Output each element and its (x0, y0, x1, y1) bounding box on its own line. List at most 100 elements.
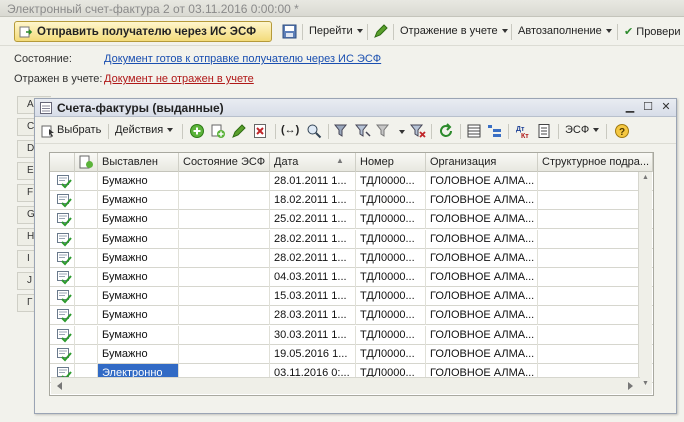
cell-organization[interactable]: ГОЛОВНОЕ АЛМА... (426, 344, 538, 364)
cell-issued[interactable]: Бумажно (98, 210, 179, 230)
range-icon[interactable]: (↔) (281, 124, 299, 136)
cell-issued[interactable]: Бумажно (98, 191, 179, 211)
cell-date[interactable]: 28.03.2011 1... (270, 306, 356, 326)
cell-organization[interactable]: ГОЛОВНОЕ АЛМА... (426, 287, 538, 307)
cell-esf-state[interactable] (179, 344, 270, 364)
filter-icon[interactable] (334, 123, 350, 139)
select-button[interactable]: Выбрать (57, 124, 101, 136)
column-marker[interactable] (50, 153, 75, 172)
column-date[interactable]: Дата ▲ (270, 153, 356, 172)
close-button[interactable]: ✕ (659, 101, 673, 114)
cell-esf-state[interactable] (179, 229, 270, 249)
save-icon[interactable] (282, 24, 297, 39)
reflected-link[interactable]: Документ не отражен в учете (104, 73, 254, 85)
cell-number[interactable]: ТДЛ0000... (356, 287, 426, 307)
cell-organization[interactable]: ГОЛОВНОЕ АЛМА... (426, 229, 538, 249)
table-row[interactable]: Бумажно 28.03.2011 1... ТДЛ0000... ГОЛОВНОЕ… (50, 306, 653, 326)
cell-esf-state[interactable] (179, 325, 270, 345)
delete-icon[interactable] (252, 123, 268, 139)
cell-number[interactable]: ТДЛ0000... (356, 248, 426, 268)
cell-date[interactable]: 15.03.2011 1... (270, 287, 356, 307)
cell-date[interactable]: 28.02.2011 1... (270, 229, 356, 249)
cell-date[interactable]: 18.02.2011 1... (270, 191, 356, 211)
scroll-down-icon[interactable]: ▼ (642, 380, 649, 387)
scroll-right-icon[interactable] (628, 382, 633, 390)
cell-esf-state[interactable] (179, 306, 270, 326)
cell-esf-state[interactable] (179, 210, 270, 230)
cell-esf-state[interactable] (179, 172, 270, 191)
cell-department[interactable] (538, 248, 639, 268)
cell-number[interactable]: ТДЛ0000... (356, 229, 426, 249)
cell-issued[interactable]: Бумажно (98, 325, 179, 345)
filter-by-value-icon[interactable] (355, 123, 371, 139)
cell-department[interactable] (538, 172, 639, 191)
table-row[interactable]: Бумажно 25.02.2011 1... ТДЛ0000... ГОЛОВНОЕ… (50, 210, 653, 230)
cell-issued[interactable]: Бумажно (98, 229, 179, 249)
table-row[interactable]: Бумажно 28.02.2011 1... ТДЛ0000... ГОЛОВНОЕ… (50, 248, 653, 268)
cell-department[interactable] (538, 287, 639, 307)
table-row[interactable]: Бумажно 19.05.2016 1... ТДЛ0000... ГОЛОВНОЕ… (50, 344, 653, 364)
reflection-menu[interactable]: Отражение в учете (400, 25, 508, 37)
cell-number[interactable]: ТДЛ0000... (356, 210, 426, 230)
cell-number[interactable]: ТДЛ0000... (356, 325, 426, 345)
cell-esf-state[interactable] (179, 248, 270, 268)
cell-department[interactable] (538, 325, 639, 345)
search-icon[interactable] (306, 123, 322, 139)
cell-esf-state[interactable] (179, 287, 270, 307)
goto-menu[interactable]: Перейти (309, 25, 363, 37)
help-icon[interactable]: ? (614, 123, 630, 139)
report-icon[interactable] (536, 123, 552, 139)
cell-date[interactable]: 28.02.2011 1... (270, 248, 356, 268)
cell-issued[interactable]: Бумажно (98, 268, 179, 287)
refresh-icon[interactable] (438, 123, 454, 139)
cell-number[interactable]: ТДЛ0000... (356, 172, 426, 191)
column-department[interactable]: Структурное подра... (538, 153, 653, 172)
cell-date[interactable]: 30.03.2011 1... (270, 325, 356, 345)
scroll-up-icon[interactable]: ▲ (642, 174, 649, 181)
cell-number[interactable]: ТДЛ0000... (356, 268, 426, 287)
esf-menu[interactable]: ЭСФ (565, 124, 600, 136)
cell-issued[interactable]: Бумажно (98, 306, 179, 326)
edit-pencil-icon[interactable] (373, 24, 388, 39)
debit-credit-icon[interactable]: Дт Кт (515, 123, 531, 139)
cell-date[interactable]: 04.03.2011 1... (270, 268, 356, 287)
cell-department[interactable] (538, 191, 639, 211)
scroll-left-icon[interactable] (57, 382, 62, 390)
column-doc-icon[interactable] (75, 153, 98, 172)
table-row[interactable]: Бумажно 28.02.2011 1... ТДЛ0000... ГОЛОВНОЕ… (50, 229, 653, 249)
cell-number[interactable]: ТДЛ0000... (356, 191, 426, 211)
cell-organization[interactable]: ГОЛОВНОЕ АЛМА... (426, 306, 538, 326)
table-row[interactable]: Бумажно 04.03.2011 1... ТДЛ0000... ГОЛОВНОЕ… (50, 268, 653, 287)
column-number[interactable]: Номер (356, 153, 426, 172)
cell-department[interactable] (538, 210, 639, 230)
cell-department[interactable] (538, 344, 639, 364)
list-settings-icon[interactable] (466, 123, 482, 139)
check-button[interactable]: ✔ Провери (624, 25, 681, 38)
cell-esf-state[interactable] (179, 191, 270, 211)
copy-icon[interactable] (210, 123, 226, 139)
clear-filter-icon[interactable] (410, 123, 426, 139)
cell-date[interactable]: 25.02.2011 1... (270, 210, 356, 230)
cell-department[interactable] (538, 306, 639, 326)
cell-issued[interactable]: Бумажно (98, 287, 179, 307)
table-row[interactable]: Бумажно 18.02.2011 1... ТДЛ0000... ГОЛОВНОЕ… (50, 191, 653, 211)
cell-issued[interactable]: Бумажно (98, 172, 179, 191)
cell-number[interactable]: ТДЛ0000... (356, 306, 426, 326)
chevron-down-icon[interactable] (399, 130, 405, 134)
filter-history-icon[interactable] (376, 123, 392, 139)
cell-issued[interactable]: Бумажно (98, 344, 179, 364)
minimize-button[interactable]: ▁ (623, 101, 637, 114)
vertical-scrollbar[interactable]: ▲ ▼ (638, 172, 652, 394)
cell-department[interactable] (538, 229, 639, 249)
table-row[interactable]: Бумажно 30.03.2011 1... ТДЛ0000... ГОЛОВНОЕ… (50, 325, 653, 345)
edit-pencil-icon[interactable] (231, 123, 247, 139)
send-via-esf-button[interactable]: Отправить получателю через ИС ЭСФ (14, 21, 272, 42)
maximize-button[interactable]: ☐ (641, 101, 655, 114)
autofill-menu[interactable]: Автозаполнение (518, 25, 612, 37)
cell-date[interactable]: 19.05.2016 1... (270, 344, 356, 364)
cell-organization[interactable]: ГОЛОВНОЕ АЛМА... (426, 248, 538, 268)
table-row[interactable]: Бумажно 15.03.2011 1... ТДЛ0000... ГОЛОВНОЕ… (50, 287, 653, 307)
cell-organization[interactable]: ГОЛОВНОЕ АЛМА... (426, 268, 538, 287)
cell-organization[interactable]: ГОЛОВНОЕ АЛМА... (426, 210, 538, 230)
column-organization[interactable]: Организация (426, 153, 538, 172)
